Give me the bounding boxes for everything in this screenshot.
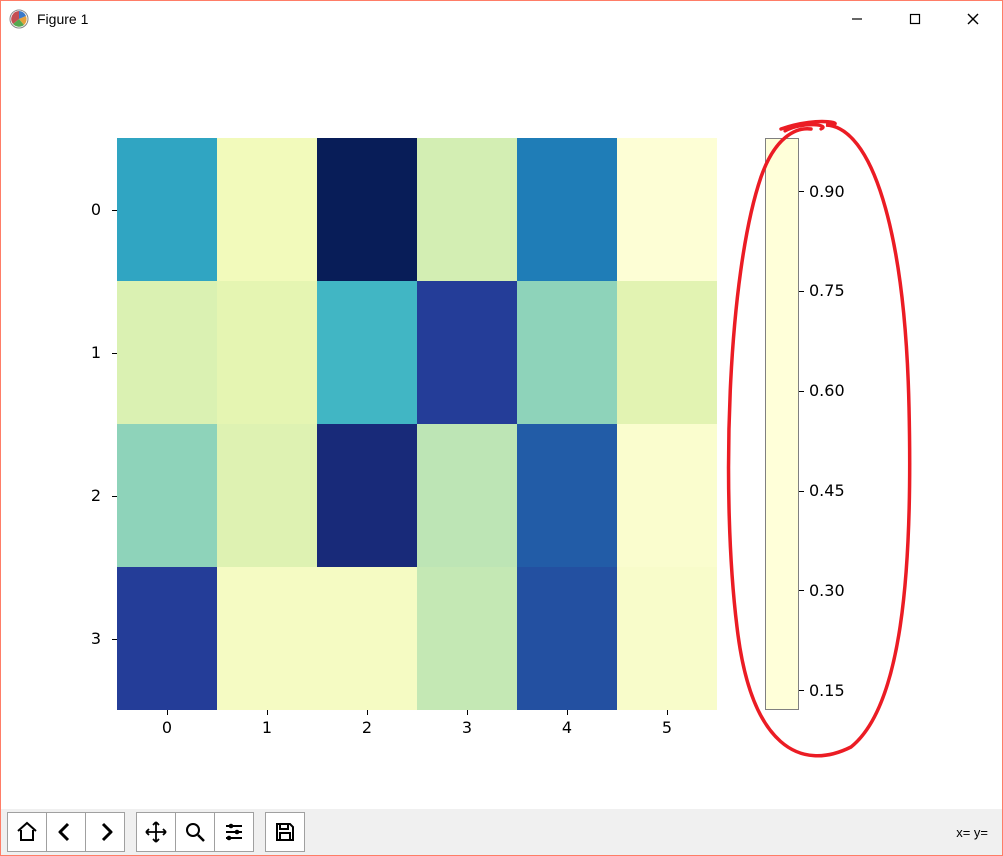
heatmap-cell bbox=[417, 138, 517, 281]
annotation-circle bbox=[701, 107, 941, 767]
zoom-button[interactable] bbox=[175, 812, 215, 852]
heatmap-row bbox=[117, 424, 717, 567]
save-button[interactable] bbox=[265, 812, 305, 852]
x-tick-label: 5 bbox=[657, 715, 677, 739]
colorbar-tick-label: 0.30 bbox=[809, 580, 845, 600]
colorbar-tick-mark bbox=[799, 291, 804, 292]
y-tick-label: 2 bbox=[81, 484, 101, 508]
colorbar-tick-label: 0.75 bbox=[809, 281, 845, 301]
heatmap-cell bbox=[617, 281, 717, 424]
coordinate-readout: x= y= bbox=[956, 825, 996, 840]
heatmap-cell bbox=[417, 281, 517, 424]
back-button[interactable] bbox=[46, 812, 86, 852]
heatmap-cell bbox=[317, 281, 417, 424]
y-tick-label: 3 bbox=[81, 627, 101, 651]
heatmap-cell bbox=[617, 424, 717, 567]
x-tick-label: 1 bbox=[257, 715, 277, 739]
colorbar-tick-mark bbox=[799, 191, 804, 192]
heatmap-row bbox=[117, 281, 717, 424]
x-tick-label: 2 bbox=[357, 715, 377, 739]
window-minimize-button[interactable] bbox=[828, 1, 886, 37]
y-tick-mark bbox=[112, 210, 117, 211]
heatmap-cell bbox=[217, 424, 317, 567]
heatmap-cell bbox=[117, 138, 217, 281]
heatmap-cell bbox=[417, 567, 517, 710]
figure-canvas[interactable]: 0 1 2 3 4 5 0 1 2 3 0.15 0.30 0.45 0.60 0.75 0.90 bbox=[1, 37, 1002, 811]
heatmap-cell bbox=[517, 567, 617, 710]
home-button[interactable] bbox=[7, 812, 47, 852]
matplotlib-toolbar: x= y= bbox=[1, 809, 1002, 855]
heatmap-cell bbox=[517, 424, 617, 567]
y-tick-mark bbox=[112, 496, 117, 497]
heatmap-cell bbox=[217, 281, 317, 424]
window-title: Figure 1 bbox=[37, 11, 88, 27]
y-tick-mark bbox=[112, 639, 117, 640]
heatmap-row bbox=[117, 138, 717, 281]
heatmap-cell bbox=[217, 567, 317, 710]
colorbar-tick-label: 0.45 bbox=[809, 481, 845, 501]
heatmap-cell bbox=[117, 281, 217, 424]
heatmap-cell bbox=[317, 424, 417, 567]
heatmap-cell bbox=[517, 138, 617, 281]
colorbar-tick-mark bbox=[799, 590, 804, 591]
colorbar bbox=[765, 138, 799, 710]
window-controls bbox=[828, 1, 1002, 37]
colorbar-tick-label: 0.60 bbox=[809, 381, 845, 401]
heatmap-cell bbox=[317, 138, 417, 281]
heatmap-cell bbox=[217, 138, 317, 281]
heatmap-cell bbox=[517, 281, 617, 424]
window-maximize-button[interactable] bbox=[886, 1, 944, 37]
x-tick-label: 0 bbox=[157, 715, 177, 739]
heatmap-cell bbox=[617, 567, 717, 710]
heatmap-cell bbox=[617, 138, 717, 281]
x-tick-label: 4 bbox=[557, 715, 577, 739]
heatmap-axes bbox=[117, 138, 717, 710]
heatmap-row bbox=[117, 567, 717, 710]
pan-button[interactable] bbox=[136, 812, 176, 852]
colorbar-tick-label: 0.15 bbox=[809, 680, 845, 700]
heatmap-cell bbox=[117, 424, 217, 567]
colorbar-tick-label: 0.90 bbox=[809, 181, 845, 201]
y-tick-mark bbox=[112, 353, 117, 354]
colorbar-tick-mark bbox=[799, 491, 804, 492]
heatmap-cell bbox=[417, 424, 517, 567]
window-titlebar: Figure 1 bbox=[1, 1, 1002, 37]
colorbar-tick-mark bbox=[799, 690, 804, 691]
matplotlib-app-icon bbox=[9, 9, 29, 29]
y-tick-label: 1 bbox=[81, 341, 101, 365]
x-tick-label: 3 bbox=[457, 715, 477, 739]
y-tick-label: 0 bbox=[81, 198, 101, 222]
subplots-config-button[interactable] bbox=[214, 812, 254, 852]
heatmap-cell bbox=[117, 567, 217, 710]
heatmap-cell bbox=[317, 567, 417, 710]
forward-button[interactable] bbox=[85, 812, 125, 852]
colorbar-tick-mark bbox=[799, 391, 804, 392]
window-close-button[interactable] bbox=[944, 1, 1002, 37]
